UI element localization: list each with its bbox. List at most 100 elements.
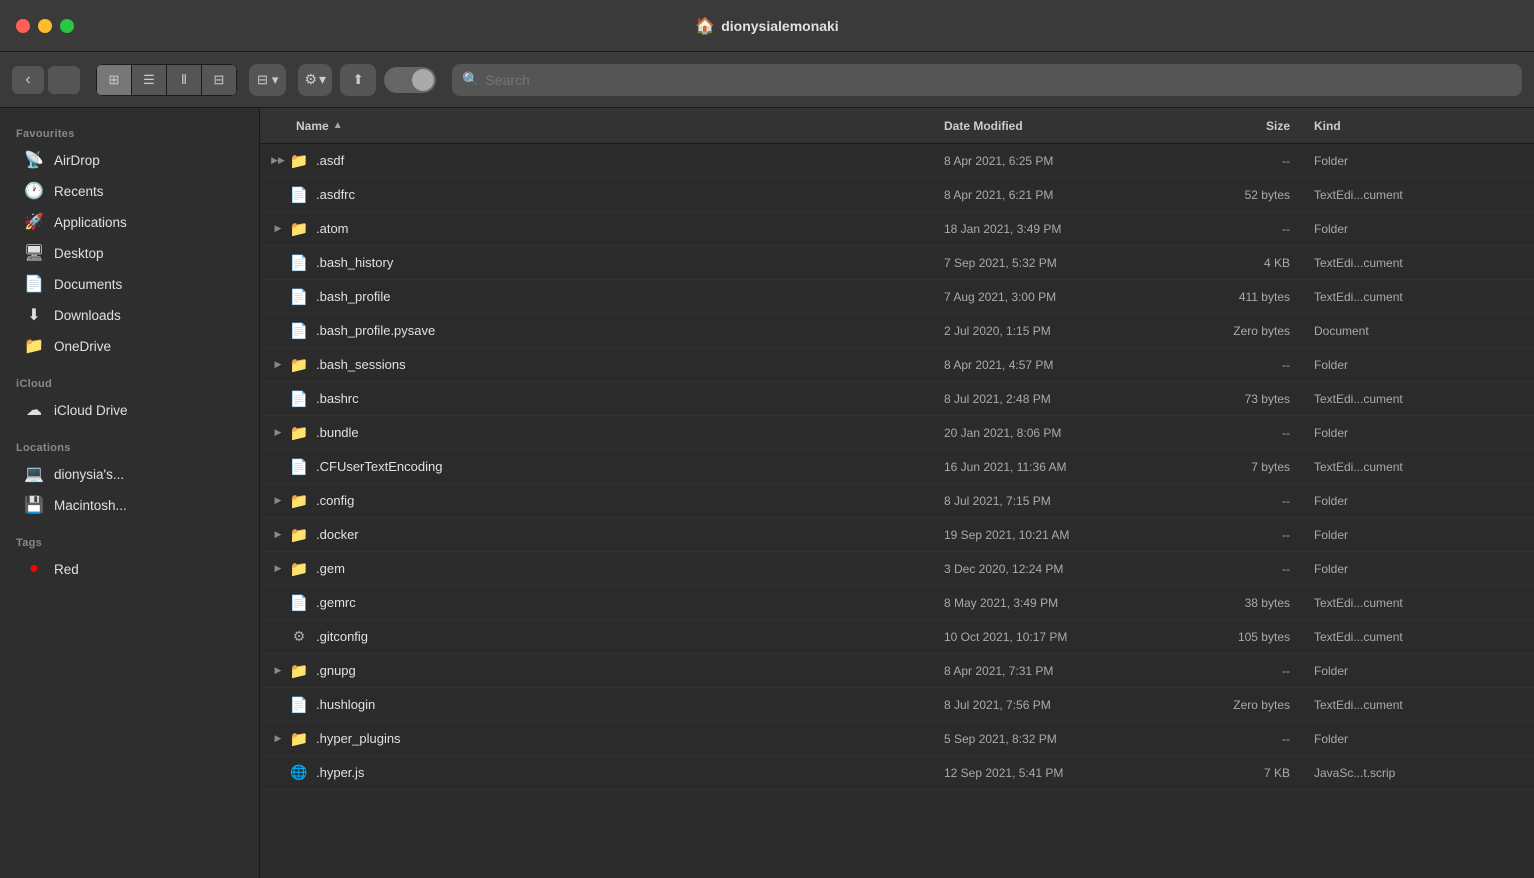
sidebar-item-macintosh[interactable]: 💾 Macintosh... <box>8 490 251 520</box>
table-row[interactable]: ▶ 📁 .asdf 8 Apr 2021, 6:25 PM -- Folder <box>260 144 1534 178</box>
table-row[interactable]: ▶ 📁 .config 8 Jul 2021, 7:15 PM -- Folde… <box>260 484 1534 518</box>
maximize-button[interactable] <box>60 19 74 33</box>
file-size: 105 bytes <box>1174 630 1314 644</box>
table-row[interactable]: 📄 .gemrc 8 May 2021, 3:49 PM 38 bytes Te… <box>260 586 1534 620</box>
file-size: -- <box>1174 358 1314 372</box>
expand-arrow[interactable]: ▶ <box>268 491 288 511</box>
file-kind: Document <box>1314 324 1534 338</box>
file-date: 2 Jul 2020, 1:15 PM <box>944 324 1174 338</box>
file-icon: 📄 <box>288 184 310 206</box>
view-gallery-button[interactable]: ⊟ <box>202 65 236 95</box>
table-row[interactable]: 📄 .bash_history 7 Sep 2021, 5:32 PM 4 KB… <box>260 246 1534 280</box>
file-date: 7 Aug 2021, 3:00 PM <box>944 290 1174 304</box>
sidebar-item-recents[interactable]: 🕐 Recents <box>8 176 251 206</box>
file-size: -- <box>1174 664 1314 678</box>
table-row[interactable]: ▶ 📁 .hyper_plugins 5 Sep 2021, 8:32 PM -… <box>260 722 1534 756</box>
sidebar-item-dionysias[interactable]: 💻 dionysia's... <box>8 459 251 489</box>
window-icon: 🏠 <box>695 16 715 36</box>
table-row[interactable]: ▶ 📁 .bash_sessions 8 Apr 2021, 4:57 PM -… <box>260 348 1534 382</box>
sidebar-item-label: dionysia's... <box>54 467 124 482</box>
group-button[interactable]: ⊟ ▾ <box>249 64 286 96</box>
file-icon: 📄 <box>288 456 310 478</box>
sidebar-item-airdrop[interactable]: 📡 AirDrop <box>8 145 251 175</box>
folder-icon: 📁 <box>288 728 310 750</box>
sidebar: Favourites 📡 AirDrop 🕐 Recents 🚀 Applica… <box>0 108 260 878</box>
table-row[interactable]: 📄 .hushlogin 8 Jul 2021, 7:56 PM Zero by… <box>260 688 1534 722</box>
table-row[interactable]: ▶ 📁 .bundle 20 Jan 2021, 8:06 PM -- Fold… <box>260 416 1534 450</box>
sidebar-item-onedrive[interactable]: 📁 OneDrive <box>8 331 251 361</box>
sidebar-item-icloud-drive[interactable]: ☁ iCloud Drive <box>8 395 251 425</box>
nav-buttons: ‹ › <box>12 66 80 94</box>
view-icon-button[interactable]: ⊞ <box>97 65 131 95</box>
file-name: .bash_sessions <box>316 357 944 372</box>
sidebar-item-desktop[interactable]: 🖥 Desktop <box>8 238 251 268</box>
expand-arrow[interactable]: ▶ <box>268 661 288 681</box>
file-kind: Folder <box>1314 222 1534 236</box>
gear-icon: ⚙ <box>304 71 317 88</box>
file-size: -- <box>1174 494 1314 508</box>
expand-arrow[interactable]: ▶ <box>268 151 288 171</box>
share-button[interactable]: ⬆ <box>340 64 376 96</box>
table-row[interactable]: ▶ 📁 .gnupg 8 Apr 2021, 7:31 PM -- Folder <box>260 654 1534 688</box>
table-row[interactable]: 📄 .bash_profile 7 Aug 2021, 3:00 PM 411 … <box>260 280 1534 314</box>
file-date: 5 Sep 2021, 8:32 PM <box>944 732 1174 746</box>
table-row[interactable]: 📄 .bashrc 8 Jul 2021, 2:48 PM 73 bytes T… <box>260 382 1534 416</box>
file-size: Zero bytes <box>1174 698 1314 712</box>
table-row[interactable]: 📄 .asdfrc 8 Apr 2021, 6:21 PM 52 bytes T… <box>260 178 1534 212</box>
file-date: 8 Apr 2021, 6:25 PM <box>944 154 1174 168</box>
group-icon: ⊟ <box>257 72 268 88</box>
file-icon: 📄 <box>288 694 310 716</box>
expand-arrow[interactable]: ▶ <box>268 355 288 375</box>
search-box[interactable]: 🔍 <box>452 64 1522 96</box>
expand-arrow[interactable]: ▶ <box>268 729 288 749</box>
chrome-file-icon: 🌐 <box>288 762 310 784</box>
forward-button[interactable]: › <box>48 66 80 94</box>
expand-arrow[interactable]: ▶ <box>268 219 288 239</box>
gear-file-icon: ⚙ <box>288 626 310 648</box>
close-button[interactable] <box>16 19 30 33</box>
search-input[interactable] <box>485 72 1512 88</box>
file-size: -- <box>1174 426 1314 440</box>
file-size: Zero bytes <box>1174 324 1314 338</box>
table-row[interactable]: 📄 .CFUserTextEncoding 16 Jun 2021, 11:36… <box>260 450 1534 484</box>
file-size: 73 bytes <box>1174 392 1314 406</box>
title-text: dionysialemonaki <box>721 18 838 34</box>
file-date: 3 Dec 2020, 12:24 PM <box>944 562 1174 576</box>
sidebar-item-applications[interactable]: 🚀 Applications <box>8 207 251 237</box>
toolbar: ‹ › ⊞ ☰ ⦀ ⊟ ⊟ ▾ ⚙ ▾ ⬆ 🔍 <box>0 52 1534 108</box>
table-row[interactable]: 🌐 .hyper.js 12 Sep 2021, 5:41 PM 7 KB Ja… <box>260 756 1534 790</box>
col-header-name[interactable]: Name ▲ <box>296 119 944 133</box>
sidebar-item-label: Macintosh... <box>54 498 127 513</box>
sidebar-section-locations: Locations <box>0 434 259 458</box>
file-size: 52 bytes <box>1174 188 1314 202</box>
table-row[interactable]: ▶ 📁 .docker 19 Sep 2021, 10:21 AM -- Fol… <box>260 518 1534 552</box>
file-date: 7 Sep 2021, 5:32 PM <box>944 256 1174 270</box>
file-date: 12 Sep 2021, 5:41 PM <box>944 766 1174 780</box>
expand-arrow[interactable]: ▶ <box>268 423 288 443</box>
sidebar-item-tag-red[interactable]: ● Red <box>8 554 251 584</box>
back-button[interactable]: ‹ <box>12 66 44 94</box>
sidebar-item-label: Applications <box>54 215 127 230</box>
table-row[interactable]: ⚙ .gitconfig 10 Oct 2021, 10:17 PM 105 b… <box>260 620 1534 654</box>
sidebar-item-documents[interactable]: 📄 Documents <box>8 269 251 299</box>
sidebar-item-downloads[interactable]: ⬇ Downloads <box>8 300 251 330</box>
table-row[interactable]: 📄 .bash_profile.pysave 2 Jul 2020, 1:15 … <box>260 314 1534 348</box>
file-kind: JavaSc...t.scrip <box>1314 766 1534 780</box>
traffic-lights <box>16 19 74 33</box>
table-row[interactable]: ▶ 📁 .atom 18 Jan 2021, 3:49 PM -- Folder <box>260 212 1534 246</box>
col-header-size[interactable]: Size <box>1174 119 1314 133</box>
view-list-button[interactable]: ☰ <box>132 65 166 95</box>
expand-arrow <box>268 253 288 273</box>
view-columns-button[interactable]: ⦀ <box>167 65 201 95</box>
expand-arrow[interactable]: ▶ <box>268 525 288 545</box>
minimize-button[interactable] <box>38 19 52 33</box>
folder-icon: 📁 <box>288 660 310 682</box>
action-button[interactable]: ⚙ ▾ <box>298 64 332 96</box>
col-header-kind[interactable]: Kind <box>1314 119 1534 133</box>
expand-arrow[interactable]: ▶ <box>268 559 288 579</box>
toggle-button[interactable] <box>384 67 436 93</box>
onedrive-icon: 📁 <box>24 336 44 356</box>
titlebar: 🏠 dionysialemonaki <box>0 0 1534 52</box>
col-header-date[interactable]: Date Modified <box>944 119 1174 133</box>
table-row[interactable]: ▶ 📁 .gem 3 Dec 2020, 12:24 PM -- Folder <box>260 552 1534 586</box>
